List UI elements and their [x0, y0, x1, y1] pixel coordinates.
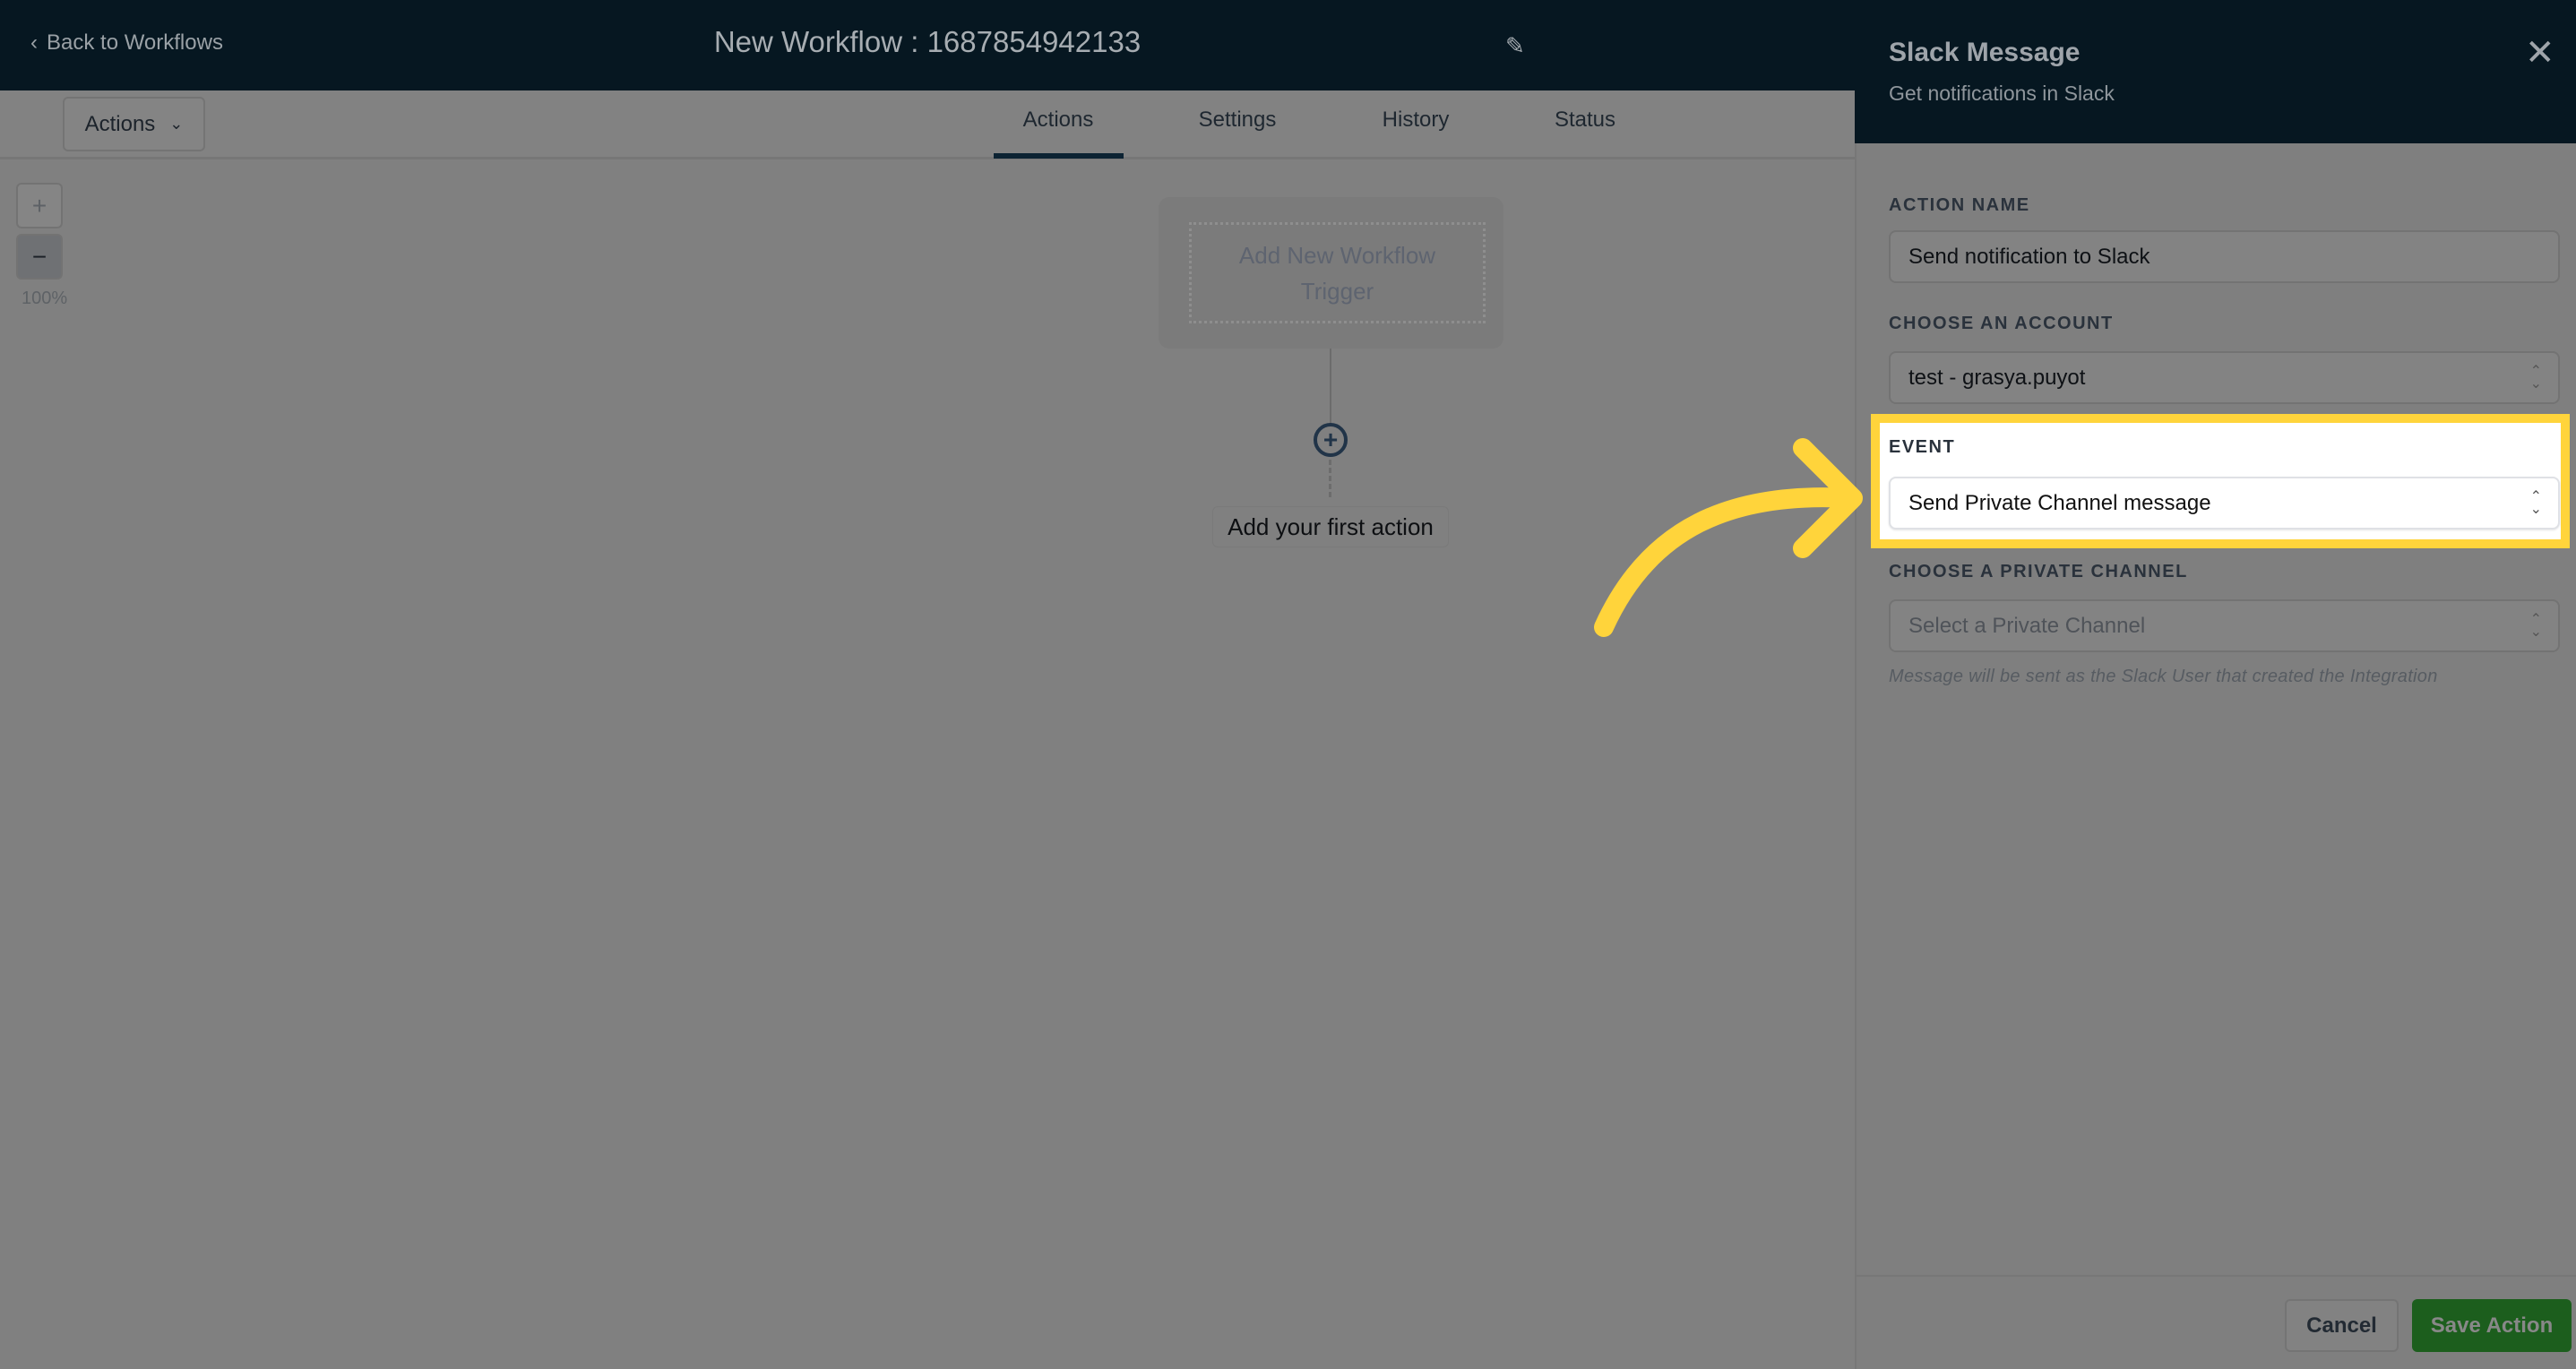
zoom-level: 100% [22, 288, 68, 308]
select-chevron-icon: ⌃ ⌄ [2529, 364, 2542, 392]
trigger-text-2: Trigger [1300, 277, 1374, 305]
zoom-in-button[interactable]: + [16, 183, 63, 228]
arrow-head [1793, 438, 1863, 558]
active-tab-indicator [994, 153, 1124, 159]
tab-history[interactable]: History [1383, 108, 1450, 133]
select-chevron-icon: ⌃ ⌄ [2529, 489, 2542, 517]
add-step-plus-icon[interactable]: + [1314, 423, 1348, 457]
account-value: test - grasya.puyot [1908, 365, 2086, 390]
add-first-action-button[interactable]: Add your first action [1212, 506, 1449, 547]
save-action-button[interactable]: Save Action [2412, 1299, 2572, 1352]
account-label: CHOOSE AN ACCOUNT [1889, 314, 2114, 333]
channel-hint: Message will be sent as the Slack User t… [1889, 667, 2438, 686]
workflow-title: New Workflow : 1687854942133 [713, 25, 1142, 58]
trigger-text-1: Add New Workflow [1238, 241, 1436, 269]
select-chevron-icon: ⌃ ⌄ [2529, 612, 2542, 640]
edit-pencil-icon[interactable]: ✎ [1505, 32, 1525, 60]
footer-divider [1855, 1275, 2576, 1277]
tab-actions[interactable]: Actions [1023, 108, 1094, 133]
add-trigger-button[interactable]: Add New Workflow Trigger [1189, 222, 1486, 323]
zoom-out-button[interactable]: − [16, 234, 63, 280]
panel-header [1855, 0, 2576, 143]
panel-title: Slack Message [1889, 38, 2081, 67]
cancel-button[interactable]: Cancel [2285, 1299, 2399, 1352]
panel-subtitle: Get notifications in Slack [1889, 82, 2115, 105]
connector-line [1330, 349, 1331, 424]
chevron-down-icon: ⌄ [169, 115, 184, 133]
action-name-input[interactable]: Send notification to Slack [1889, 230, 2560, 283]
event-label: EVENT [1889, 437, 1956, 457]
actions-label: Actions [84, 111, 156, 136]
action-name-label: ACTION NAME [1889, 195, 2030, 215]
actions-dropdown-button[interactable]: Actions ⌄ [63, 97, 205, 151]
close-icon[interactable]: ✕ [2525, 32, 2555, 73]
channel-placeholder: Select a Private Channel [1908, 613, 2146, 638]
arrow-curve [1594, 487, 1861, 637]
tab-status[interactable]: Status [1555, 108, 1615, 133]
channel-label: CHOOSE A PRIVATE CHANNEL [1889, 562, 2188, 581]
event-value: Send Private Channel message [1908, 490, 2211, 515]
account-select[interactable]: test - grasya.puyot ⌃ ⌄ [1889, 351, 2560, 404]
dashed-connector [1329, 460, 1331, 497]
tab-settings[interactable]: Settings [1199, 108, 1277, 133]
channel-select[interactable]: Select a Private Channel ⌃ ⌄ [1889, 599, 2560, 652]
event-select[interactable]: Send Private Channel message ⌃ ⌄ [1889, 477, 2560, 530]
